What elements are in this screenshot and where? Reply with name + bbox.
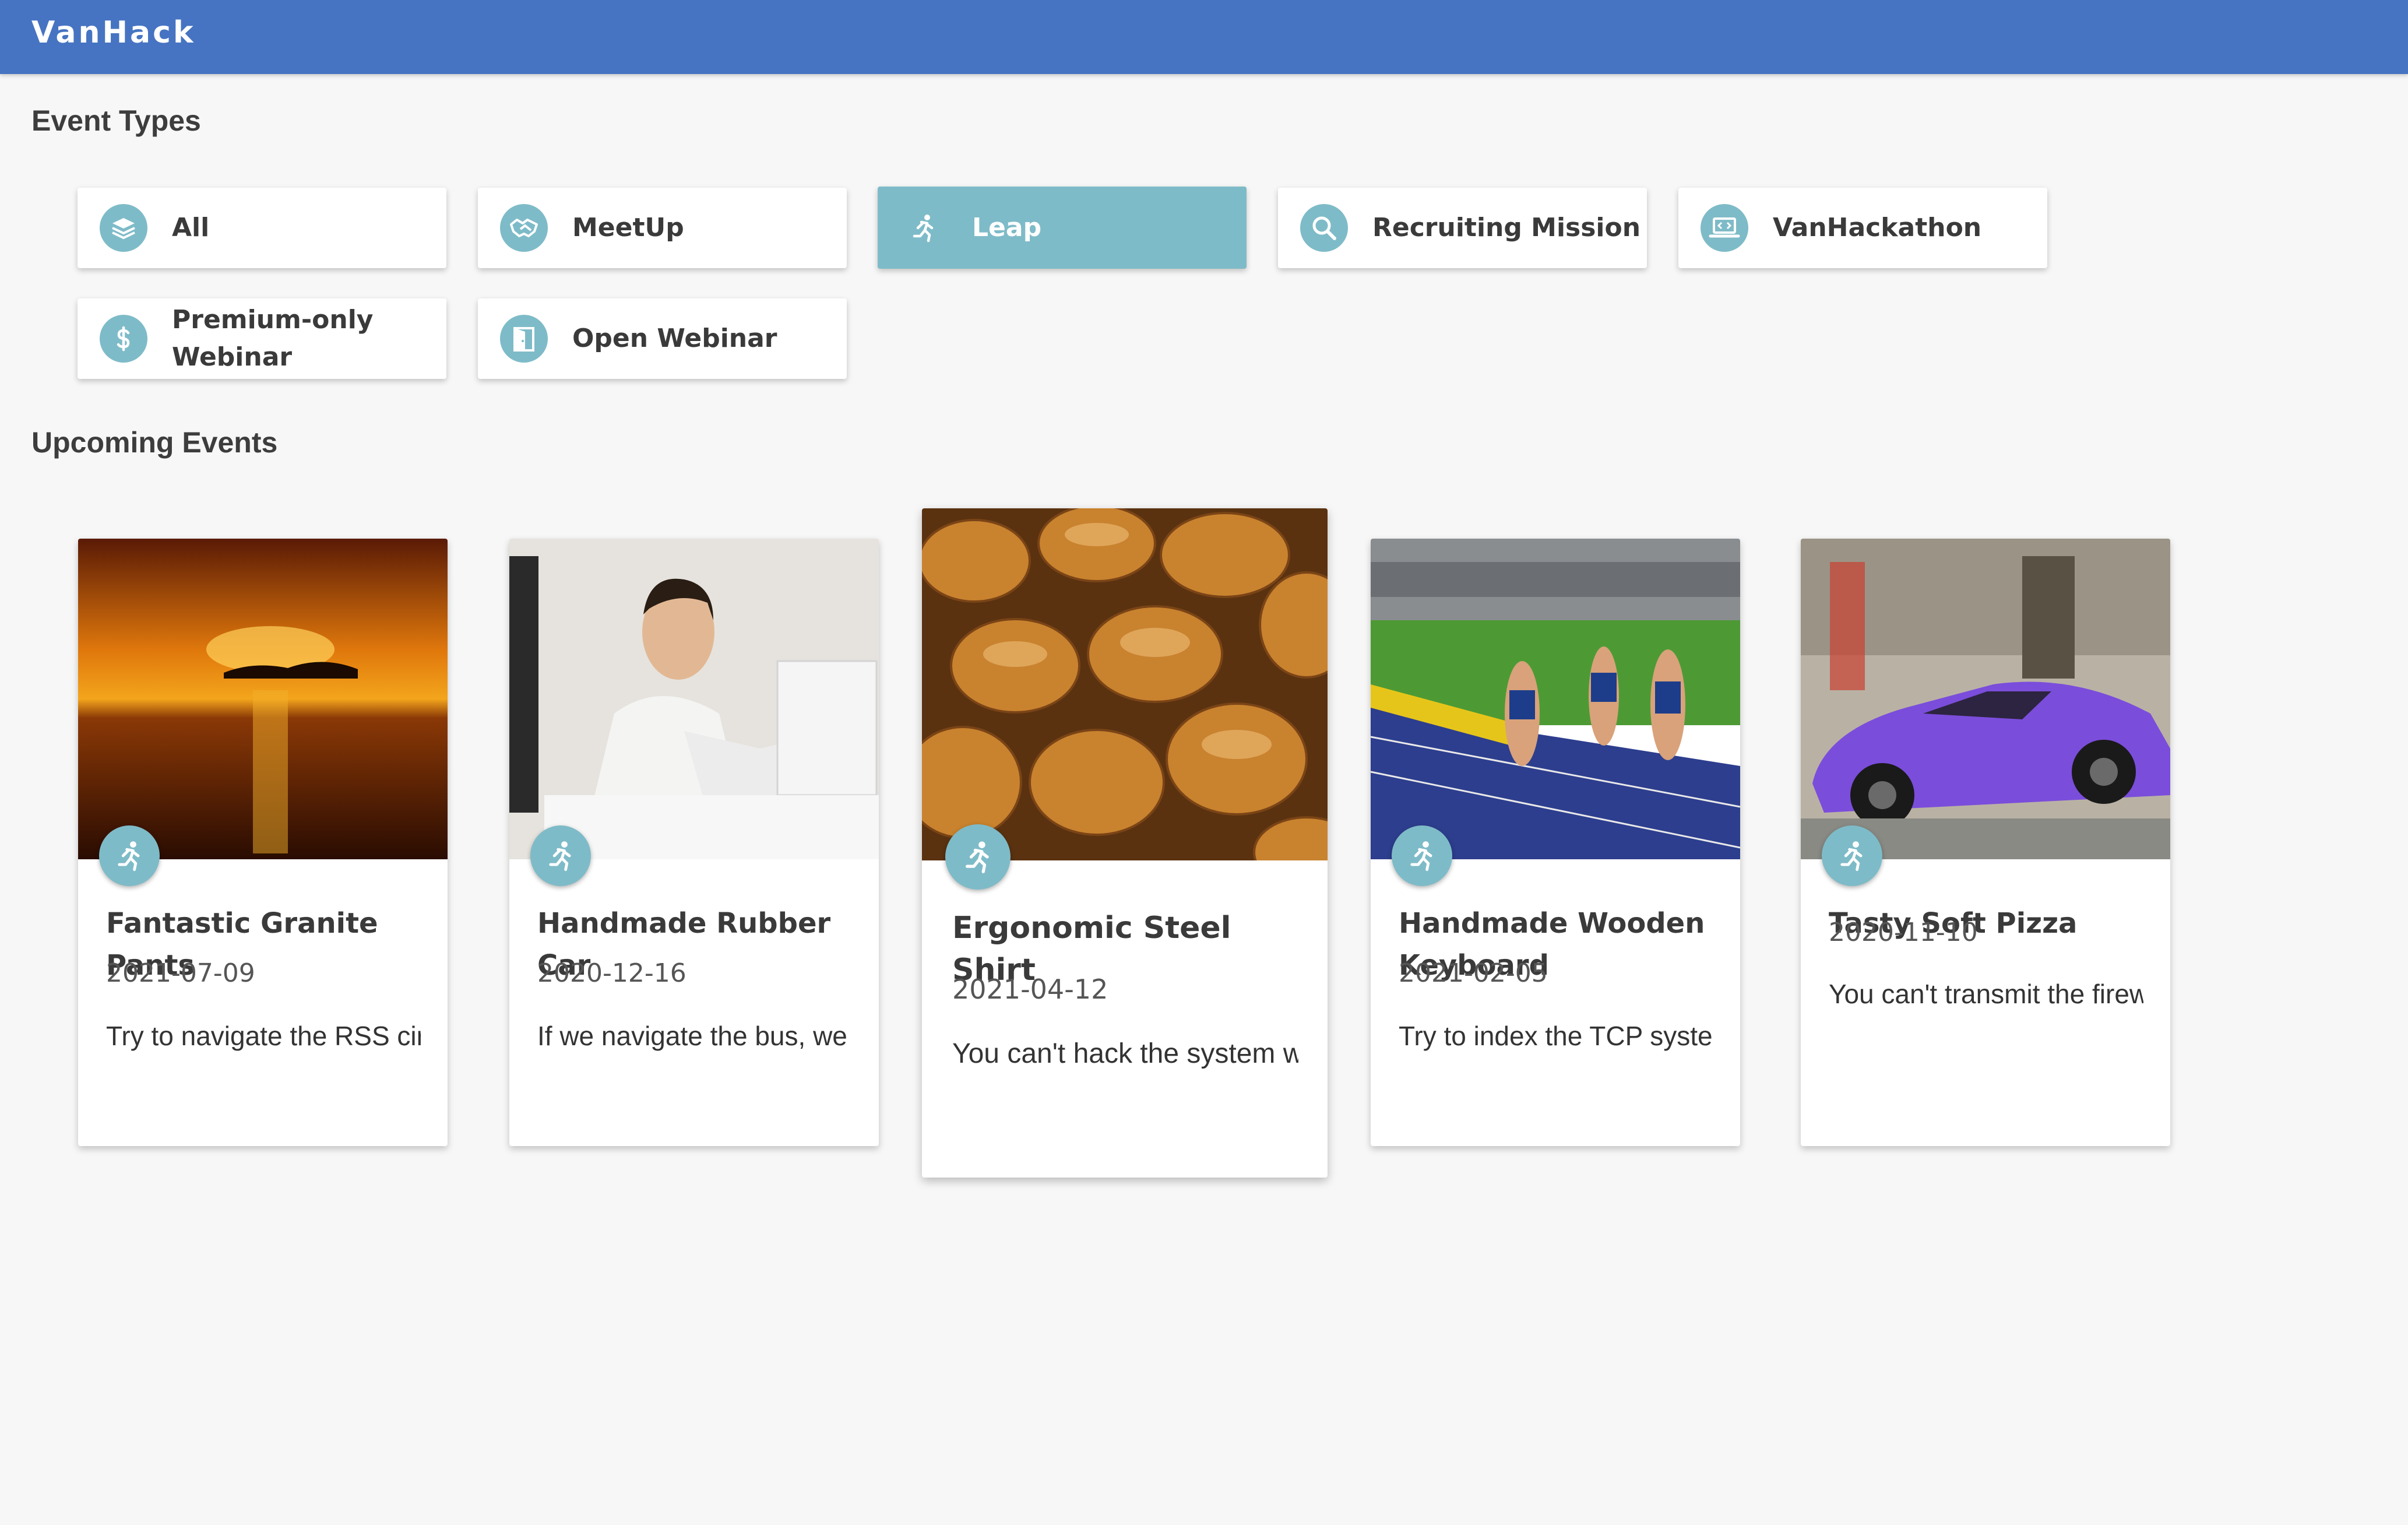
runner-icon: [99, 825, 160, 886]
event-type-label: Recruiting Mission: [1372, 213, 1641, 243]
event-card[interactable]: Fantastic Granite Pants 2021-07-09 Try t…: [78, 539, 448, 1146]
event-description: You can't transmit the firewall: [1829, 979, 2143, 1009]
runner-icon: [945, 824, 1011, 890]
runner-icon: [900, 204, 948, 252]
event-image-office-man: [509, 539, 879, 859]
event-type-recruiting-mission-button[interactable]: Recruiting Mission: [1278, 188, 1647, 268]
event-date: 2021-02-05: [1399, 958, 1548, 988]
section-title-event-types: Event Types: [31, 104, 201, 137]
event-type-label: MeetUp: [572, 213, 684, 243]
event-date: 2021-07-09: [106, 958, 255, 988]
laptop-code-icon: [1701, 204, 1748, 252]
section-title-upcoming-events: Upcoming Events: [31, 426, 278, 459]
event-card[interactable]: Handmade Rubber Car 2020-12-16 If we nav…: [509, 539, 879, 1146]
runner-icon: [1392, 825, 1452, 886]
event-type-all-button[interactable]: All: [78, 188, 446, 268]
search-icon: [1300, 204, 1348, 252]
event-description: Try to index the TCP system: [1399, 1021, 1713, 1051]
event-type-label: Open Webinar: [572, 324, 777, 353]
event-type-leap-button[interactable]: Leap: [878, 187, 1247, 269]
event-type-vanhackathon-button[interactable]: VanHackathon: [1678, 188, 2047, 268]
event-type-label: Premium-only Webinar: [172, 305, 374, 372]
event-card[interactable]: Handmade Wooden Keyboard 2021-02-05 Try …: [1371, 539, 1740, 1146]
event-description: Try to navigate the RSS circuit: [106, 1021, 421, 1051]
event-type-label: VanHackathon: [1773, 213, 1982, 243]
top-app-bar: VanHack: [0, 0, 2408, 74]
door-icon: [500, 315, 548, 363]
event-type-open-webinar-button[interactable]: Open Webinar: [478, 298, 847, 379]
event-type-meetup-button[interactable]: MeetUp: [478, 188, 847, 268]
event-image-sprinters: [1371, 539, 1740, 859]
event-date: 2020-12-16: [537, 958, 687, 988]
event-description: If we navigate the bus, we can: [537, 1021, 852, 1051]
event-card-highlighted[interactable]: Ergonomic Steel Shirt 2021-04-12 You can…: [922, 508, 1328, 1178]
event-description: You can't hack the system without: [952, 1038, 1298, 1069]
event-image-purple-car: [1801, 539, 2170, 859]
dollar-icon: [100, 315, 147, 363]
runner-icon: [530, 825, 591, 886]
event-image-sunset: [78, 539, 448, 859]
handshake-icon: [500, 204, 548, 252]
app-brand[interactable]: VanHack: [31, 15, 196, 50]
runner-icon: [1822, 825, 1882, 886]
event-date: 2021-04-12: [952, 974, 1108, 1005]
layers-icon: [100, 204, 147, 252]
event-type-label: Leap: [972, 212, 1042, 243]
event-card[interactable]: Tasty Soft Pizza 2020-11-10 You can't tr…: [1801, 539, 2170, 1146]
event-type-premium-webinar-button[interactable]: Premium-only Webinar: [78, 298, 446, 379]
event-date: 2020-11-10: [1829, 918, 1978, 947]
event-type-label: All: [172, 213, 210, 243]
event-image-bread-rolls: [922, 508, 1328, 860]
